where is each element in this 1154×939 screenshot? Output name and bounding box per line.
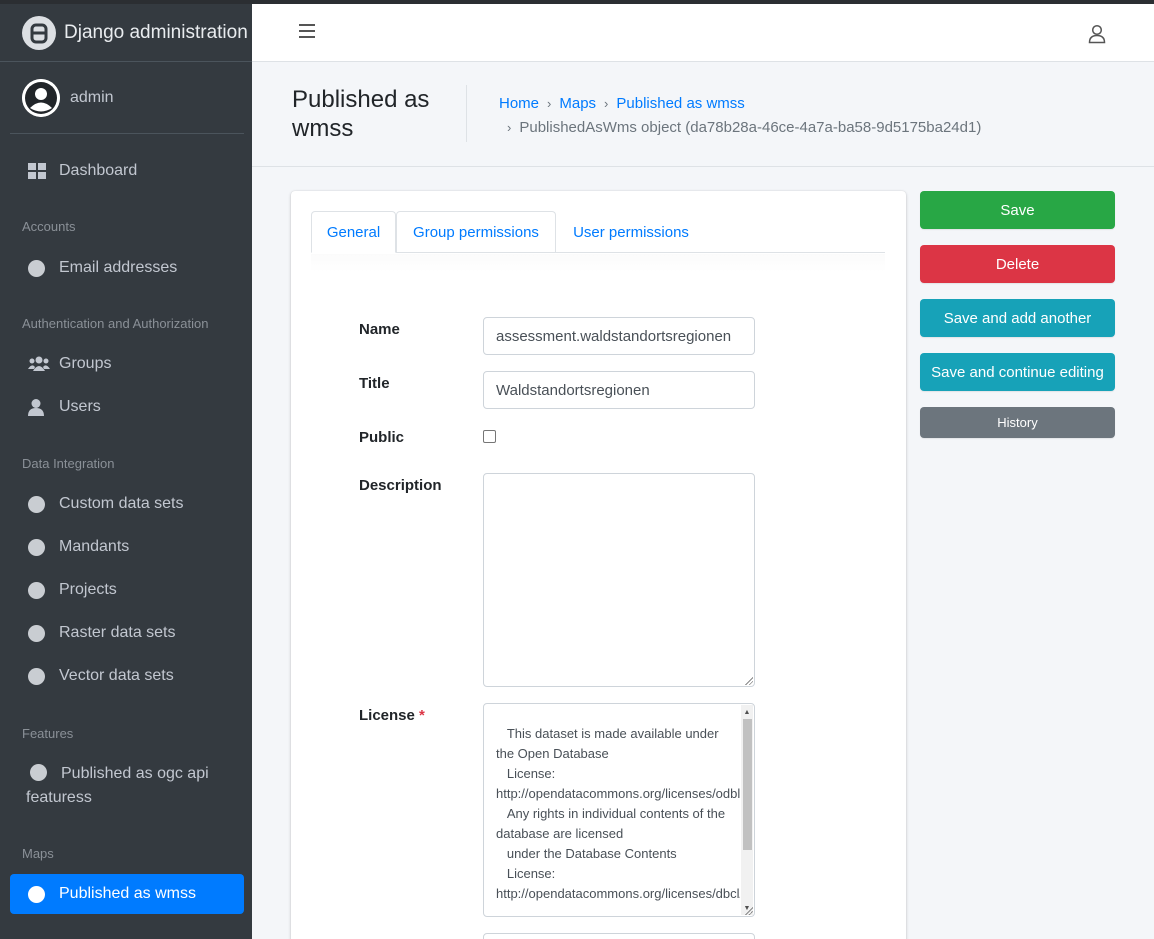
title-input[interactable] — [483, 371, 755, 409]
sidebar-item-email-addresses[interactable]: Email addresses — [10, 249, 244, 287]
circle-icon — [28, 667, 45, 685]
brand-title: Django administration — [64, 21, 248, 43]
resize-handle[interactable] — [744, 676, 753, 685]
scroll-up-icon[interactable]: ▲ — [741, 705, 753, 719]
sidebar-item-label: Published as ogc api featuress — [26, 765, 209, 806]
save-button[interactable]: Save — [920, 191, 1115, 229]
sidebar-item-label: Custom data sets — [59, 495, 184, 512]
name-label: Name — [359, 321, 400, 338]
breadcrumb-published-as-wmss[interactable]: Published as wmss — [616, 95, 744, 112]
required-asterisk: * — [419, 707, 425, 724]
user-menu-icon[interactable] — [1088, 24, 1106, 44]
license-textarea[interactable]: This dataset is made available under the… — [483, 703, 755, 917]
brand-link[interactable]: Django administration — [0, 0, 252, 62]
breadcrumb-maps[interactable]: Maps — [559, 95, 596, 112]
tab-bar: General Group permissions User permissio… — [311, 211, 885, 253]
circle-icon — [28, 538, 45, 556]
sidebar-item-projects[interactable]: Projects — [10, 571, 244, 609]
license-label: License * — [359, 707, 425, 724]
breadcrumb-separator: › — [507, 120, 512, 135]
sidebar-header-maps: Maps — [22, 846, 54, 861]
license-text: This dataset is made available under the… — [496, 726, 740, 901]
tab-content-top — [311, 254, 885, 272]
sidebar-header-accounts: Accounts — [22, 219, 76, 234]
page-title: Published as wmss — [292, 86, 430, 142]
top-navbar — [252, 4, 1154, 62]
sidebar-header-data-integration: Data Integration — [22, 456, 115, 471]
header-divider — [466, 85, 467, 142]
users-group-icon — [28, 356, 50, 372]
sidebar-item-label: Email addresses — [59, 259, 178, 276]
delete-button[interactable]: Delete — [920, 245, 1115, 283]
sidebar: Django administration admin Dashboard Ac… — [0, 0, 252, 939]
sidebar-item-label: Groups — [59, 355, 112, 372]
resize-handle[interactable] — [744, 906, 753, 915]
title-label: Title — [359, 375, 390, 392]
sidebar-item-ogc-api-features[interactable]: Published as ogc api featuress — [10, 762, 244, 812]
license-scrollbar[interactable]: ▲ ▼ — [741, 705, 753, 915]
sidebar-header-auth: Authentication and Authorization — [22, 316, 209, 331]
save-and-add-another-button[interactable]: Save and add another — [920, 299, 1115, 337]
name-input[interactable] — [483, 317, 755, 355]
circle-icon — [28, 624, 45, 642]
sidebar-item-label: Raster data sets — [59, 624, 176, 641]
user-avatar-icon — [22, 78, 60, 117]
description-textarea[interactable] — [483, 473, 755, 687]
sidebar-item-label: Published as wmss — [59, 885, 196, 902]
breadcrumb-separator: › — [547, 96, 552, 111]
sidebar-item-label: Vector data sets — [59, 667, 174, 684]
circle-icon — [28, 581, 45, 599]
breadcrumb-separator: › — [604, 96, 609, 111]
circle-icon — [28, 885, 45, 903]
circle-icon — [28, 495, 45, 513]
sidebar-item-label: Dashboard — [59, 162, 138, 179]
sidebar-header-features: Features — [22, 726, 74, 741]
sidebar-item-custom-data-sets[interactable]: Custom data sets — [10, 485, 244, 523]
sidebar-item-users[interactable]: Users — [10, 388, 244, 426]
license-label-text: License — [359, 707, 415, 724]
form-card: General Group permissions User permissio… — [291, 191, 906, 939]
sidebar-item-vector-data-sets[interactable]: Vector data sets — [10, 657, 244, 695]
public-label: Public — [359, 429, 405, 446]
user-icon — [28, 398, 50, 416]
breadcrumb-current: PublishedAsWms object (da78b28a-46ce-4a7… — [519, 119, 982, 136]
breadcrumb-home[interactable]: Home — [499, 95, 539, 112]
scrollbar-thumb[interactable] — [743, 719, 752, 850]
menu-toggle-icon[interactable] — [299, 24, 315, 38]
tab-group-permissions[interactable]: Group permissions — [396, 211, 556, 253]
window-top-strip — [0, 0, 1154, 4]
next-field-input[interactable] — [483, 933, 755, 939]
user-panel[interactable]: admin — [10, 62, 244, 134]
sidebar-item-label: Users — [59, 398, 101, 415]
sidebar-item-dashboard[interactable]: Dashboard — [10, 152, 244, 190]
content-header: Published as wmss Home › Maps › Published as… — [252, 62, 1154, 167]
circle-icon — [28, 259, 45, 277]
sidebar-item-raster-data-sets[interactable]: Raster data sets — [10, 614, 244, 652]
sidebar-item-label: Mandants — [59, 538, 130, 555]
public-checkbox[interactable] — [483, 430, 496, 443]
tab-user-permissions[interactable]: User permissions — [556, 211, 706, 253]
save-and-continue-button[interactable]: Save and continue editing — [920, 353, 1115, 391]
description-label: Description — [359, 477, 442, 494]
tab-general[interactable]: General — [311, 211, 396, 253]
user-name: admin — [70, 88, 114, 106]
breadcrumb: Home › Maps › Published as wmss › PublishedAsW… — [499, 92, 1139, 140]
sidebar-item-published-as-wmss[interactable]: Published as wmss — [10, 874, 244, 914]
sidebar-item-mandants[interactable]: Mandants — [10, 528, 244, 566]
sidebar-item-groups[interactable]: Groups — [10, 345, 244, 383]
sidebar-item-label: Projects — [59, 581, 117, 598]
history-button[interactable]: History — [920, 407, 1115, 438]
dashboard-icon — [28, 163, 50, 179]
circle-icon — [30, 764, 47, 781]
django-logo-icon — [22, 15, 56, 50]
